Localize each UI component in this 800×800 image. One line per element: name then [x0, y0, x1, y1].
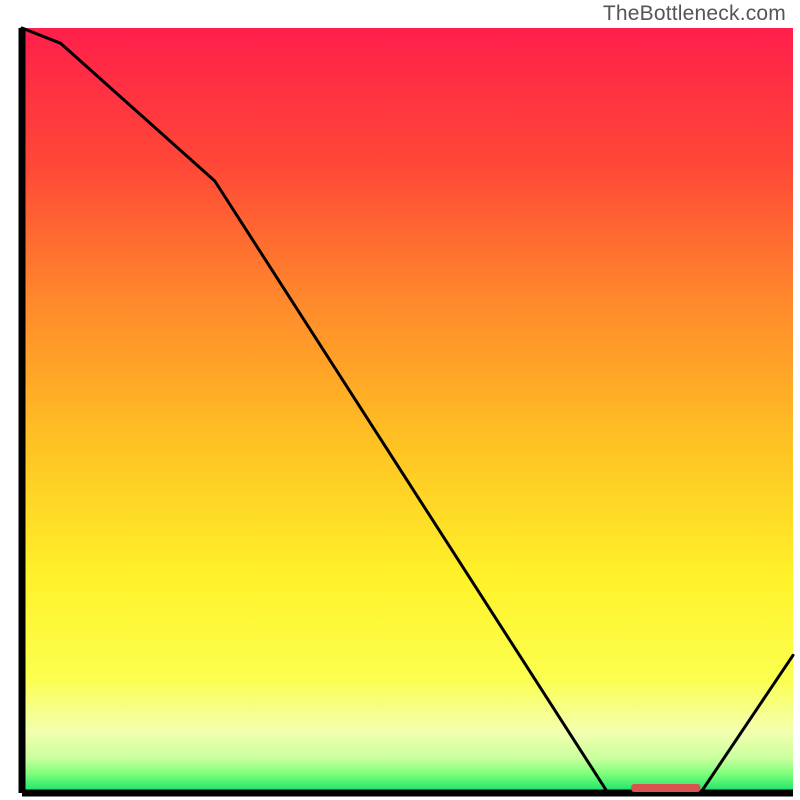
bottleneck-chart: [0, 0, 800, 800]
optimal-range-marker: [631, 784, 700, 792]
chart-container: { "attribution": "TheBottleneck.com", "c…: [0, 0, 800, 800]
plot-background: [22, 28, 793, 793]
